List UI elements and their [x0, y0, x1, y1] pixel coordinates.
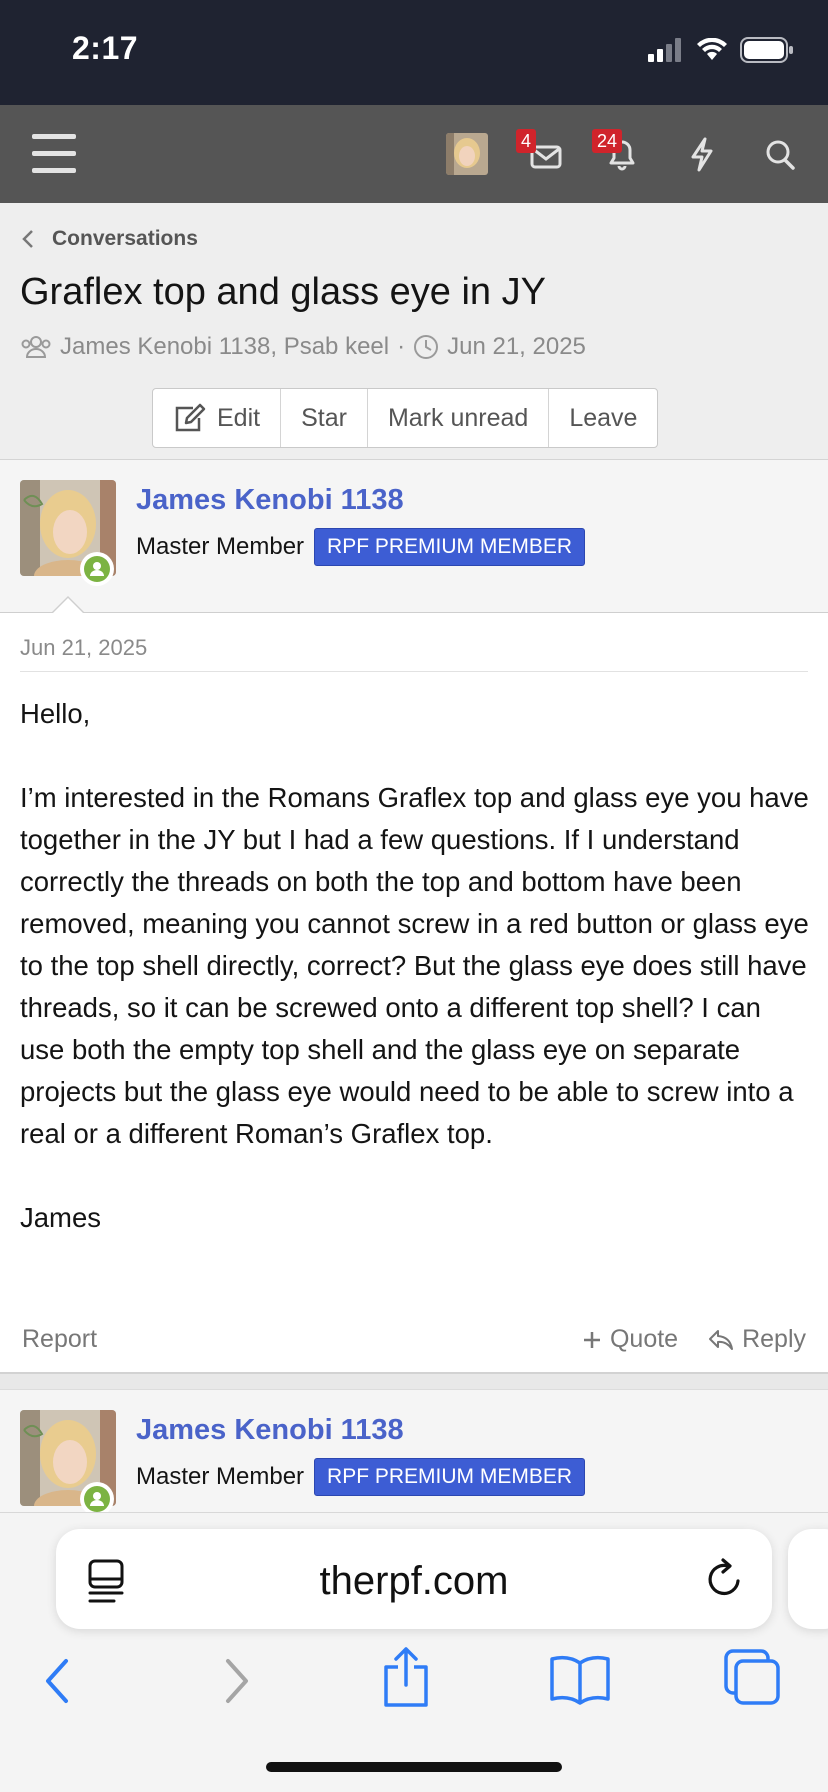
battery-icon — [740, 37, 793, 63]
user-title: Master Member — [136, 1463, 305, 1490]
message-signoff: James — [20, 1202, 101, 1233]
user-banner: RPF PREMIUM MEMBER — [314, 1458, 586, 1496]
user-title-row: Master Member RPF PREMIUM MEMBER — [136, 1458, 586, 1496]
users-icon — [21, 336, 51, 358]
bell-icon[interactable]: 24 — [592, 129, 642, 175]
leave-label: Leave — [569, 403, 638, 432]
home-indicator[interactable] — [266, 1762, 562, 1772]
mark-unread-button[interactable]: Mark unread — [368, 389, 550, 447]
breadcrumb-conversations[interactable]: Conversations — [52, 227, 198, 251]
message-actions: Report Quote Reply — [22, 1325, 806, 1354]
tab-overview-icon[interactable] — [722, 1647, 782, 1707]
chevron-left-icon — [22, 230, 33, 248]
reply-icon — [709, 1329, 734, 1350]
user-title-row: Master Member RPF PREMIUM MEMBER — [136, 528, 586, 566]
url-text[interactable]: therpf.com — [56, 1559, 772, 1604]
reload-icon[interactable] — [704, 1557, 746, 1601]
page-title: Graflex top and glass eye in JY — [20, 271, 546, 313]
conversation-date: Jun 21, 2025 — [447, 333, 586, 360]
edit-icon — [175, 403, 206, 432]
reply-label: Reply — [742, 1325, 806, 1353]
conversation-header: Conversations Graflex top and glass eye … — [0, 203, 828, 460]
ios-status-bar: 2:17 — [0, 0, 828, 105]
wifi-icon — [697, 38, 727, 60]
online-status-icon — [80, 1482, 114, 1512]
user-banner: RPF PREMIUM MEMBER — [314, 528, 586, 566]
quote-button[interactable]: Quote — [582, 1325, 678, 1354]
divider — [20, 671, 808, 672]
message-user-block: James Kenobi 1138 Master Member RPF PREM… — [0, 460, 828, 613]
user-title: Master Member — [136, 533, 305, 560]
message-user-block-2: James Kenobi 1138 Master Member RPF PREM… — [0, 1390, 828, 1512]
next-tab-peek[interactable] — [788, 1529, 828, 1629]
forward-icon[interactable] — [218, 1651, 254, 1711]
conversation-meta: James Kenobi 1138, Psab keel · Jun 21, 2… — [20, 333, 586, 361]
conversation-button-group: Edit Star Mark unread Leave — [152, 388, 659, 448]
hamburger-menu-icon[interactable] — [32, 134, 76, 174]
meta-separator: · — [397, 333, 406, 360]
plus-icon — [583, 1331, 600, 1348]
message-body: Jun 21, 2025 Hello, I’m interested in th… — [0, 613, 828, 1373]
search-icon[interactable] — [760, 133, 800, 175]
edit-button[interactable]: Edit — [153, 389, 282, 447]
bookmarks-icon[interactable] — [548, 1653, 612, 1705]
star-button[interactable]: Star — [281, 389, 368, 447]
leave-button[interactable]: Leave — [549, 389, 657, 447]
status-time: 2:17 — [72, 30, 139, 66]
username[interactable]: James Kenobi 1138 — [136, 1414, 404, 1447]
report-link[interactable]: Report — [22, 1325, 97, 1354]
address-bar[interactable]: therpf.com — [56, 1529, 772, 1629]
avatar-image — [446, 133, 488, 175]
reply-button[interactable]: Reply — [708, 1325, 806, 1354]
message-text: Hello, I’m interested in the Romans Graf… — [20, 693, 810, 1239]
quote-label: Quote — [609, 1325, 679, 1353]
message-greeting: Hello, — [20, 698, 91, 729]
message-date[interactable]: Jun 21, 2025 — [20, 635, 147, 661]
back-icon[interactable] — [40, 1651, 76, 1711]
status-icons — [648, 36, 794, 64]
participants[interactable]: James Kenobi 1138, Psab keel — [60, 333, 389, 361]
message-separator — [0, 1372, 828, 1390]
bolt-icon[interactable] — [682, 133, 722, 175]
clock-icon — [414, 335, 439, 359]
alerts-badge: 24 — [592, 129, 623, 153]
breadcrumb[interactable]: Conversations — [22, 227, 198, 251]
username[interactable]: James Kenobi 1138 — [136, 484, 404, 517]
mark-unread-label: Mark unread — [387, 403, 529, 432]
edit-label: Edit — [217, 403, 261, 432]
message-paragraph: I’m interested in the Romans Graflex top… — [20, 782, 809, 1149]
nav-user-avatar[interactable] — [446, 133, 488, 175]
share-icon[interactable] — [380, 1645, 432, 1709]
star-label: Star — [301, 403, 347, 432]
online-status-icon — [80, 552, 114, 586]
browser-toolbar: therpf.com — [0, 1512, 828, 1792]
inbox-badge: 4 — [516, 129, 537, 153]
cellular-signal-icon — [648, 38, 681, 62]
site-navbar: 4 24 — [0, 105, 828, 203]
inbox-icon[interactable]: 4 — [516, 129, 566, 175]
